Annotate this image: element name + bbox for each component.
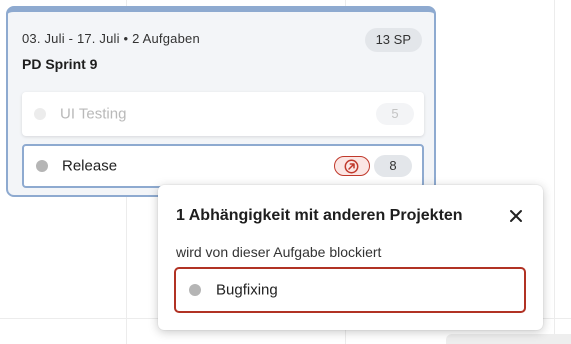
calendar-grid-line (554, 0, 555, 344)
sprint-card[interactable]: 03. Juli - 17. Juli • 2 Aufgaben PD Spri… (6, 6, 436, 197)
close-icon (510, 210, 522, 222)
task-points-badge: 5 (376, 103, 414, 125)
dependency-button[interactable] (334, 156, 370, 176)
task-label: UI Testing (60, 105, 127, 123)
task-label: Release (62, 157, 118, 175)
status-dot-icon (34, 108, 46, 120)
task-points-badge: 8 (374, 155, 412, 177)
sprint-title: PD Sprint 9 (22, 56, 98, 72)
dependency-popover: 1 Abhängigkeit mit anderen Projekten wir… (158, 185, 543, 330)
story-points-badge: 13 SP (364, 28, 422, 52)
sprint-date-range: 03. Juli - 17. Juli • 2 Aufgaben (22, 31, 200, 46)
status-dot-icon (189, 284, 201, 296)
arrow-up-right-circle-icon (344, 159, 359, 173)
popover-subtitle: wird von dieser Aufgabe blockiert (176, 244, 382, 260)
popover-title: 1 Abhängigkeit mit anderen Projekten (176, 207, 463, 224)
close-button[interactable] (507, 207, 525, 225)
task-card-ui-testing[interactable]: UI Testing 5 (22, 92, 424, 136)
blocked-task-label: Bugfixing (216, 281, 278, 299)
calendar-bottom-bar (446, 334, 571, 344)
task-card-release[interactable]: Release 8 (22, 144, 424, 188)
blocked-task-bugfixing[interactable]: Bugfixing (174, 267, 526, 313)
status-dot-icon (36, 160, 48, 172)
